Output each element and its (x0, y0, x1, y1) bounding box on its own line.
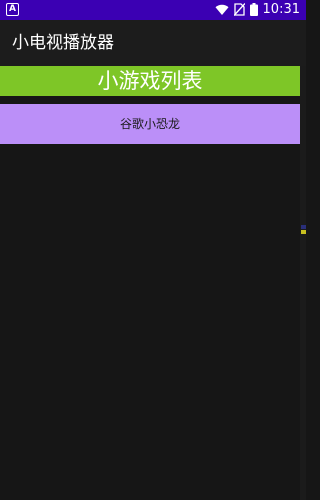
battery-icon (249, 1, 258, 20)
status-time: 10:31 (262, 2, 300, 17)
game-list-header: 小游戏列表 (0, 66, 300, 96)
app-bar: 小电视播放器 (0, 20, 306, 66)
edge-mark (301, 230, 306, 234)
app-title: 小电视播放器 (12, 33, 114, 53)
edge-mark (301, 225, 306, 229)
wifi-icon (215, 1, 229, 20)
no-sim-icon (233, 1, 246, 20)
status-bar: A 10:31 (0, 0, 306, 20)
game-item-dinosaur[interactable]: 谷歌小恐龙 (0, 104, 300, 144)
right-edge-strip (300, 66, 306, 500)
app-badge-icon: A (6, 3, 19, 16)
status-icons: 10:31 (215, 0, 300, 20)
